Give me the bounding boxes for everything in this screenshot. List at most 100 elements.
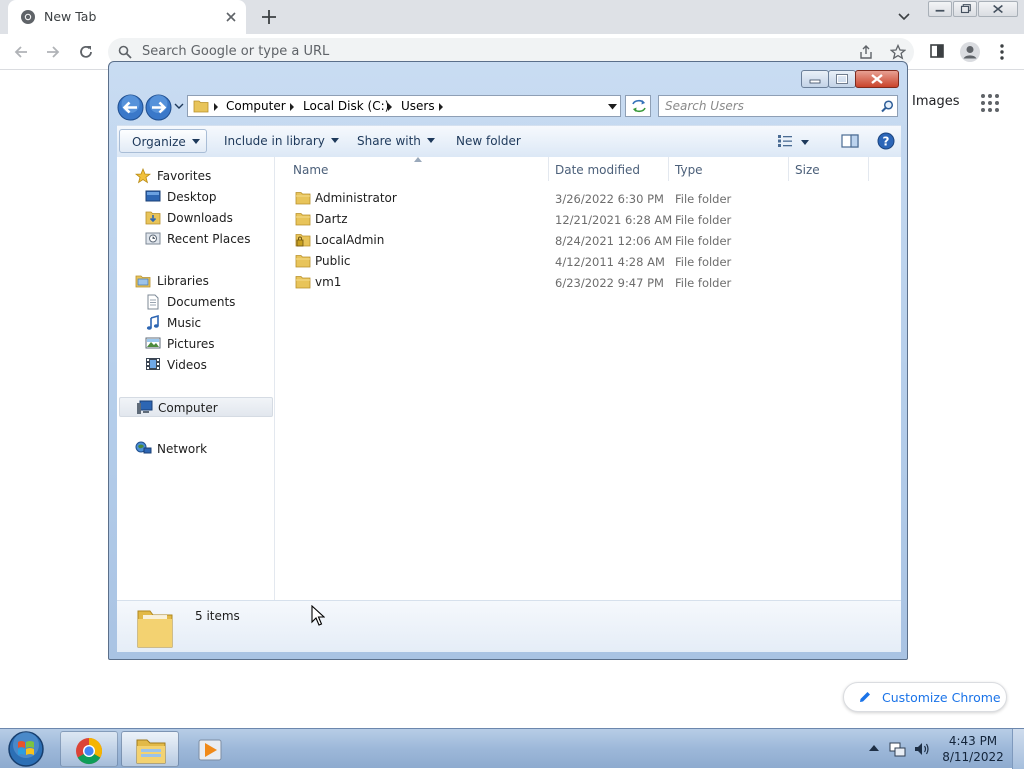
taskbar: 4:43 PM 8/11/2022 bbox=[0, 728, 1024, 769]
nav-videos-label: Videos bbox=[167, 358, 207, 372]
organize-button[interactable]: Organize bbox=[119, 129, 207, 153]
search-icon bbox=[881, 100, 894, 113]
column-header-date-modified[interactable]: Date modified bbox=[549, 157, 669, 181]
nav-recent-places-label: Recent Places bbox=[167, 232, 251, 246]
file-row[interactable]: Administrator 3/26/2022 6:30 PM File fol… bbox=[291, 188, 891, 209]
side-panel-icon[interactable] bbox=[929, 43, 945, 59]
column-name-label: Name bbox=[293, 163, 329, 177]
new-tab-plus-icon[interactable] bbox=[260, 8, 278, 26]
file-type: File folder bbox=[675, 213, 732, 227]
folder-icon bbox=[295, 212, 311, 226]
chevron-down-icon bbox=[426, 138, 435, 143]
organize-label: Organize bbox=[132, 135, 186, 149]
recent-pages-chevron-icon[interactable] bbox=[174, 103, 184, 110]
file-row[interactable]: Public 4/12/2011 4:28 AM File folder bbox=[291, 251, 891, 272]
explorer-minimize-button[interactable] bbox=[801, 70, 829, 88]
breadcrumb-arrow-icon[interactable] bbox=[213, 103, 219, 111]
refresh-button[interactable] bbox=[625, 95, 651, 117]
file-row[interactable]: Dartz 12/21/2021 6:28 AM File folder bbox=[291, 209, 891, 230]
nav-network[interactable]: Network bbox=[135, 439, 291, 459]
file-date: 4/12/2011 4:28 AM bbox=[555, 255, 665, 269]
nav-network-label: Network bbox=[157, 442, 208, 456]
chrome-menu-icon[interactable] bbox=[995, 43, 1009, 61]
desktop-icon bbox=[145, 189, 161, 203]
column-header-type[interactable]: Type bbox=[669, 157, 789, 181]
column-header-size[interactable]: Size bbox=[789, 157, 869, 181]
file-date: 8/24/2021 12:06 AM bbox=[555, 234, 673, 248]
file-type: File folder bbox=[675, 276, 732, 290]
breadcrumb-local-disk[interactable]: Local Disk (C:) bbox=[303, 99, 389, 113]
forward-button-icon[interactable] bbox=[145, 94, 172, 121]
folder-icon bbox=[295, 191, 311, 205]
chrome-favicon-icon bbox=[20, 9, 36, 25]
explorer-maximize-button[interactable] bbox=[828, 70, 856, 88]
chrome-restore-button[interactable] bbox=[953, 1, 977, 17]
chrome-close-button[interactable] bbox=[978, 1, 1018, 17]
google-apps-icon[interactable] bbox=[980, 93, 1000, 113]
file-row[interactable]: vm1 6/23/2022 9:47 PM File folder bbox=[291, 272, 891, 293]
help-icon[interactable]: ? bbox=[877, 132, 895, 150]
file-name: Dartz bbox=[315, 212, 348, 226]
breadcrumb-arrow-icon[interactable] bbox=[438, 103, 444, 111]
search-users-input[interactable]: Search Users bbox=[658, 95, 898, 117]
explorer-nav-bar: Computer Local Disk (C:) Users Search Us… bbox=[117, 92, 901, 122]
media-player-icon bbox=[198, 739, 222, 761]
preview-pane-icon[interactable] bbox=[841, 134, 859, 148]
include-in-library-button[interactable]: Include in library bbox=[224, 134, 339, 148]
share-with-button[interactable]: Share with bbox=[357, 134, 435, 148]
chrome-tab-strip: New Tab bbox=[0, 0, 1024, 34]
nav-favorites[interactable]: Favorites bbox=[135, 166, 291, 186]
share-icon[interactable] bbox=[858, 44, 874, 60]
clock-time[interactable]: 4:43 PM bbox=[940, 734, 1006, 748]
address-bar[interactable]: Computer Local Disk (C:) Users bbox=[187, 95, 621, 117]
start-orb-icon[interactable] bbox=[6, 730, 46, 768]
clock-date[interactable]: 8/11/2022 bbox=[940, 750, 1006, 764]
breadcrumb-users[interactable]: Users bbox=[401, 99, 435, 113]
customize-chrome-button[interactable]: Customize Chrome bbox=[843, 682, 1007, 712]
music-icon bbox=[145, 315, 161, 331]
new-folder-button[interactable]: New folder bbox=[456, 134, 521, 148]
taskbar-media-player-button[interactable] bbox=[182, 731, 240, 767]
taskbar-chrome-button[interactable] bbox=[60, 731, 118, 767]
file-date: 3/26/2022 6:30 PM bbox=[555, 192, 664, 206]
file-list-pane: Name Date modified Type Size Administrat… bbox=[275, 157, 901, 600]
breadcrumb-computer[interactable]: Computer bbox=[226, 99, 286, 113]
bookmark-star-icon[interactable] bbox=[890, 44, 906, 60]
images-link[interactable]: Images bbox=[912, 94, 960, 109]
forward-arrow-icon[interactable] bbox=[44, 43, 62, 61]
nav-music-label: Music bbox=[167, 316, 202, 330]
file-name: vm1 bbox=[315, 275, 342, 289]
sort-ascending-icon bbox=[414, 157, 422, 162]
chevron-down-icon bbox=[191, 139, 200, 144]
tab-new-tab[interactable]: New Tab bbox=[8, 0, 246, 34]
omnibox-placeholder: Search Google or type a URL bbox=[142, 44, 330, 59]
nav-pictures-label: Pictures bbox=[167, 337, 215, 351]
taskbar-explorer-button[interactable] bbox=[121, 731, 179, 767]
reload-icon[interactable] bbox=[77, 43, 95, 61]
breadcrumb-arrow-icon[interactable] bbox=[387, 103, 393, 111]
volume-icon[interactable] bbox=[913, 740, 931, 758]
details-pane: 5 items bbox=[117, 600, 901, 652]
change-view-icon[interactable] bbox=[777, 134, 793, 148]
show-hidden-icons-icon[interactable] bbox=[869, 744, 879, 752]
tab-search-chevron-icon[interactable] bbox=[897, 10, 911, 24]
address-dropdown-icon[interactable] bbox=[608, 104, 617, 110]
file-row[interactable]: LocalAdmin 8/24/2021 12:06 AM File folde… bbox=[291, 230, 891, 251]
view-dropdown-icon[interactable] bbox=[801, 140, 809, 145]
computer-icon bbox=[136, 400, 153, 415]
nav-libraries[interactable]: Libraries bbox=[135, 271, 291, 291]
breadcrumb-arrow-icon[interactable] bbox=[289, 103, 295, 111]
network-tray-icon[interactable] bbox=[889, 740, 907, 758]
chrome-minimize-button[interactable] bbox=[928, 1, 952, 17]
recent-places-icon bbox=[145, 231, 161, 246]
show-desktop-button[interactable] bbox=[1012, 729, 1024, 769]
file-name: LocalAdmin bbox=[315, 233, 385, 247]
profile-avatar-icon[interactable] bbox=[959, 41, 981, 63]
close-tab-icon[interactable] bbox=[224, 10, 238, 24]
nav-computer[interactable]: Computer bbox=[119, 397, 273, 417]
pictures-icon bbox=[145, 336, 161, 350]
back-button-icon[interactable] bbox=[117, 94, 144, 121]
back-arrow-icon[interactable] bbox=[12, 43, 30, 61]
chrome-icon bbox=[76, 737, 103, 765]
explorer-close-button[interactable] bbox=[855, 70, 899, 88]
